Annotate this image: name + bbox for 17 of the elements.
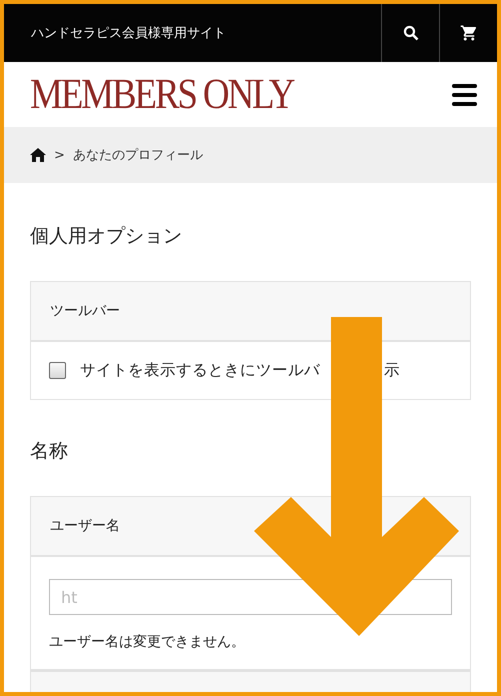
menu-button[interactable]	[452, 84, 477, 106]
card-title: ユーザー名	[50, 517, 120, 535]
logo[interactable]: MEMBERS ONLY	[30, 73, 294, 116]
home-icon[interactable]	[30, 148, 46, 162]
help-text: ユーザー名は変更できません。	[49, 633, 246, 651]
breadcrumb-current: あなたのプロフィール	[72, 147, 203, 164]
section-heading: 個人用オプション	[30, 224, 183, 249]
cart-icon	[460, 24, 478, 42]
card-title: ツールバー	[50, 302, 120, 320]
checkbox-label: サイトを表示するときにツールバ	[80, 360, 320, 381]
breadcrumb-separator: >	[54, 148, 65, 162]
section-heading: 名称	[30, 439, 69, 464]
search-icon	[402, 25, 418, 41]
site-title: ハンドセラピス会員様専用サイト	[30, 25, 227, 42]
checkbox-label: 示	[384, 360, 400, 381]
checkbox[interactable]	[49, 362, 66, 379]
menu-icon	[452, 84, 477, 106]
